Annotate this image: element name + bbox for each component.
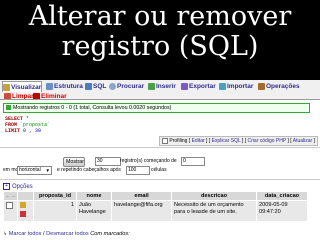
unmark-all-link[interactable]: Desmarcar todos [46,231,89,237]
column-header-proposta-id[interactable]: proposta_id [33,191,77,201]
slide-title-line2: registro (SQL) [61,31,259,62]
tab-sql[interactable]: SQL [85,81,106,91]
insert-icon [148,82,155,90]
table-row: 1 Juão Havelange havelange@fifa.org Nece… [3,200,308,222]
phpmyadmin-screenshot: Visualizar Estrutura SQL Procurar Inseri… [0,80,320,240]
column-header-descricao[interactable]: descricao [171,191,257,201]
search-icon [109,82,116,90]
chevron-down-icon: ▼ [45,168,50,173]
tab-inserir[interactable]: Inserir [148,81,176,91]
query-links: Profiling [ Editar ] [ Explicar SQL ] [ … [158,136,318,146]
cell-descricao: Necessito de um orçamento para o leasde … [171,200,257,222]
expand-plus-icon: + [3,183,10,190]
profiling-checkbox[interactable] [161,137,168,144]
explain-sql-link[interactable]: Explicar SQL [212,138,241,144]
column-header-email[interactable]: email [111,191,172,201]
success-check-icon [6,105,11,111]
column-header-data-criacao[interactable]: data_criacao [256,191,308,201]
column-header-nome[interactable]: nome [76,191,112,201]
rows-count-input[interactable]: 30 [95,157,121,166]
repeat-headers-label: e repetindo cabeçalhos após [57,167,121,173]
browse-icon [3,83,10,91]
tab-estrutura[interactable]: Estrutura [46,81,83,91]
tab-importar[interactable]: Importar [219,81,253,91]
actions-header [17,191,34,201]
cell-data-criacao: 2009-05-09 09:47:20 [256,200,308,222]
sql-query: SELECT * FROM `proposta` LIMIT 0 , 30 [5,116,51,134]
show-button[interactable]: Mostrar [63,157,85,167]
tab-exportar[interactable]: Exportar [181,81,216,91]
delete-x-icon[interactable] [20,211,26,217]
profiling-label: Profiling [169,138,188,144]
cell-email: havelange@fifa.org [111,200,172,222]
divider [0,179,320,180]
repeat-headers-input[interactable]: 100 [126,166,150,175]
results-header-row: ←→ proposta_id nome email descricao data… [3,191,308,201]
refresh-link[interactable]: Atualizar [293,138,312,144]
mark-all-link[interactable]: Marcar todos [9,231,42,237]
tab-bar: Visualizar Estrutura SQL Procurar Inseri… [0,80,320,100]
options-toggle[interactable]: + Opções [3,183,33,190]
bulk-actions: ↳ Marcar todos / Desmarcar todos Com mar… [3,231,130,237]
corner-arrow-icon: ↳ [3,231,8,237]
result-message-text: Mostrando registros 0 - 0 (1 total, Cons… [13,105,172,111]
divider [0,147,320,148]
sql-icon [85,82,92,90]
edit-query-link[interactable]: Editar [192,138,205,144]
create-php-link[interactable]: Criar código PHP [248,138,287,144]
rows-count-label: registro(s) começando de [120,158,177,164]
row-select-cell [3,200,18,222]
row-checkbox[interactable] [6,202,13,209]
result-message: Mostrando registros 0 - 0 (1 total, Cons… [3,103,310,113]
tab-operacoes[interactable]: Operações [258,81,300,91]
results-table: ←→ proposta_id nome email descricao data… [3,191,308,222]
double-arrow-icon: ←→ [5,193,16,199]
display-mode-select[interactable]: horizontal ▼ [17,166,52,175]
slide-title-line1: Alterar ou remover [28,1,292,32]
structure-icon [46,82,53,90]
cells-label: células [151,167,167,173]
cell-proposta-id: 1 [33,200,77,222]
import-icon [219,82,226,90]
start-row-input[interactable]: 0 [181,157,205,166]
row-actions-cell [17,200,34,222]
slide-title: Alterar ou remover registro (SQL) [0,2,320,62]
edit-pencil-icon[interactable] [20,202,26,208]
export-icon [181,82,188,90]
cell-nome: Juão Havelange [76,200,112,222]
operations-icon [258,82,265,90]
tab-procurar[interactable]: Procurar [109,81,144,91]
tab-bar-divider [0,99,320,100]
with-marked-label: Com marcados: [90,231,130,237]
arrow-header: ←→ [3,191,18,201]
